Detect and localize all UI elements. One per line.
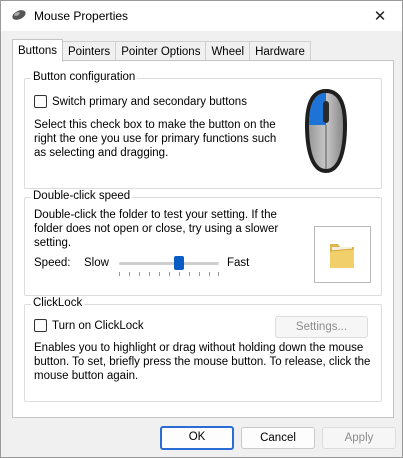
clicklock-checkbox-box[interactable] (34, 319, 47, 332)
switch-buttons-checkbox-label: Switch primary and secondary buttons (52, 95, 247, 108)
tab-pointer-options[interactable]: Pointer Options (115, 41, 207, 62)
slider-tick (129, 272, 130, 276)
slider-tick (179, 272, 180, 276)
button-config-description: Select this check box to make the button… (34, 118, 289, 160)
mouse-illustration-icon (302, 87, 350, 178)
slider-tick (209, 272, 210, 276)
fast-label: Fast (227, 257, 250, 269)
slider-tick (159, 272, 160, 276)
double-click-speed-legend: Double-click speed (31, 190, 133, 202)
button-config-description-line: as selecting and dragging. (34, 147, 169, 159)
tab-wheel[interactable]: Wheel (205, 41, 251, 62)
tab-hardware[interactable]: Hardware (249, 41, 311, 62)
close-icon[interactable]: ✕ (358, 1, 402, 31)
clicklock-checkbox-label: Turn on ClickLock (52, 319, 144, 332)
slider-tick (189, 272, 190, 276)
cancel-button[interactable]: Cancel (241, 427, 315, 449)
title-bar: Mouse Properties ✕ (1, 1, 402, 31)
slider-track[interactable] (119, 262, 219, 265)
clicklock-description-line: mouse button again. (34, 370, 139, 382)
apply-button[interactable]: Apply (322, 427, 396, 449)
button-configuration-legend: Button configuration (31, 71, 138, 83)
window-title: Mouse Properties (34, 9, 129, 23)
slider-tick (169, 272, 170, 276)
clicklock-legend: ClickLock (31, 297, 85, 309)
clicklock-settings-button[interactable]: Settings... (275, 316, 368, 338)
clicklock-checkbox[interactable]: Turn on ClickLock (34, 319, 144, 332)
buttons-tab-panel: Button configuration Switch primary and … (12, 60, 394, 418)
speed-label: Speed: (34, 257, 71, 269)
button-config-description-line: Select this check box to make the button… (34, 119, 276, 131)
slider-tick (149, 272, 150, 276)
tab-buttons[interactable]: Buttons (12, 39, 63, 62)
slider-tick (218, 272, 219, 276)
clicklock-description: Enables you to highlight or drag without… (34, 341, 374, 383)
slider-tick (139, 272, 140, 276)
slider-thumb[interactable] (174, 256, 184, 270)
ok-button[interactable]: OK (160, 426, 234, 450)
double-click-description-line: setting. (34, 237, 72, 249)
tab-strip: Buttons Pointers Pointer Options Wheel H… (12, 39, 311, 62)
slider-tick (119, 272, 120, 276)
clicklock-description-line: Enables you to highlight or drag without… (34, 342, 364, 354)
mouse-app-icon (11, 9, 27, 24)
folder-icon[interactable] (327, 238, 357, 273)
double-click-speed-group: Double-click speed Double-click the fold… (24, 190, 382, 296)
double-click-description-line: Double-click the folder to test your set… (34, 209, 277, 221)
button-config-description-line: right the one you use for primary functi… (34, 133, 277, 145)
slider-tick (199, 272, 200, 276)
double-click-description: Double-click the folder to test your set… (34, 208, 299, 250)
tab-pointers[interactable]: Pointers (62, 41, 117, 62)
slow-label: Slow (84, 257, 109, 269)
mouse-properties-window: Mouse Properties ✕ Buttons Pointers Poin… (0, 0, 403, 458)
clicklock-description-line: button. To set, briefly press the mouse … (34, 356, 371, 368)
button-configuration-group: Button configuration Switch primary and … (24, 71, 382, 189)
test-folder-area[interactable] (314, 226, 371, 283)
clicklock-group: ClickLock Turn on ClickLock Settings... … (24, 297, 382, 402)
double-click-speed-slider[interactable] (119, 254, 219, 280)
double-click-description-line: folder does not open or close, try using… (34, 223, 279, 235)
switch-buttons-checkbox-box[interactable] (34, 95, 47, 108)
switch-buttons-checkbox[interactable]: Switch primary and secondary buttons (34, 95, 247, 108)
